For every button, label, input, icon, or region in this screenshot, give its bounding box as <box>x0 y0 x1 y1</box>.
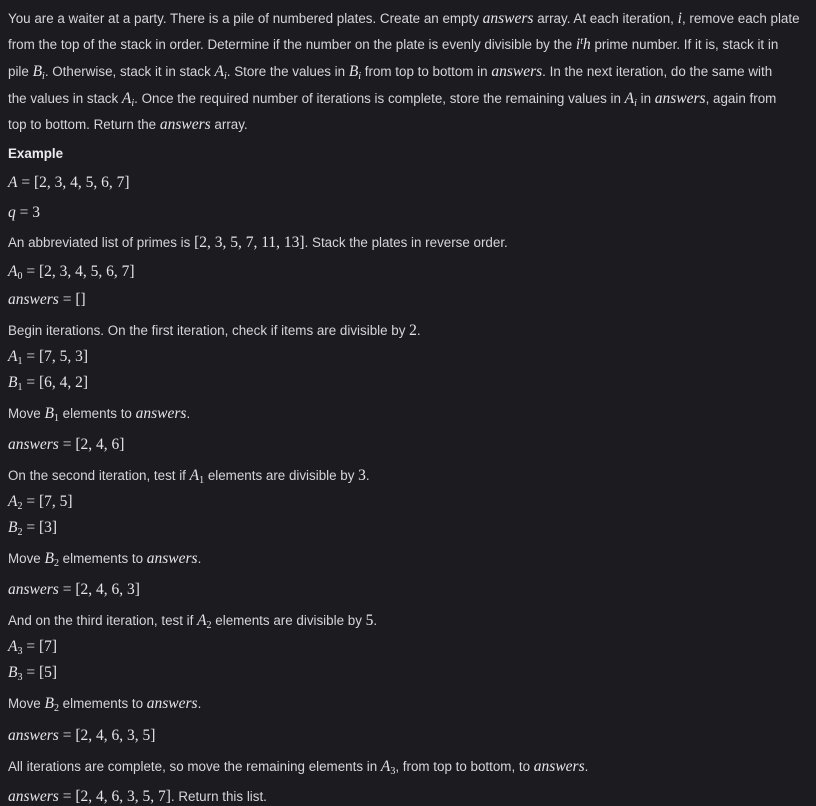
answers-after-1: answers = [2, 4, 6] <box>8 436 125 453</box>
iteration-2-text: On the second iteration, test if A1 elem… <box>8 467 370 486</box>
example-heading: Example <box>8 146 64 161</box>
intro-line-4: the values in stack Ai. Once the require… <box>8 90 777 109</box>
move-b3-text: Move B2 elmements to answers. <box>8 695 202 714</box>
answers-after-2: answers = [2, 4, 6, 3] <box>8 581 140 598</box>
iteration-1-text: Begin iterations. On the first iteration… <box>8 322 421 339</box>
intro-line-3: pile Bi. Otherwise, stack it in stack Ai… <box>8 63 773 82</box>
stack-a0: A0 = [2, 3, 4, 5, 6, 7] <box>8 263 135 282</box>
stack-a1: A1 = [7, 5, 3] <box>8 348 89 367</box>
move-b1-text: Move B1 elements to answers. <box>8 405 191 424</box>
intro-line-5: top to bottom. Return the answers array. <box>8 116 248 133</box>
stack-a2: A2 = [7, 5] <box>8 493 73 512</box>
pile-b2: B2 = [3] <box>8 519 58 538</box>
intro-line-1: You are a waiter at a party. There is a … <box>8 10 800 27</box>
problem-statement: You are a waiter at a party. There is a … <box>0 0 816 805</box>
primes-note: An abbreviated list of primes is [2, 3, … <box>8 234 508 251</box>
final-answers: answers = [2, 4, 6, 3, 5, 7]. Return thi… <box>8 788 267 805</box>
pile-b1: B1 = [6, 4, 2] <box>8 374 89 393</box>
stack-a3: A3 = [7] <box>8 638 58 657</box>
input-q: q = 3 <box>8 204 40 221</box>
answers-after-3: answers = [2, 4, 6, 3, 5] <box>8 727 156 744</box>
completion-text: All iterations are complete, so move the… <box>8 758 589 777</box>
answers-initial: answers = [] <box>8 291 86 308</box>
intro-line-2: from the top of the stack in order. Dete… <box>8 36 779 53</box>
move-b2-text: Move B2 elmements to answers. <box>8 550 202 569</box>
pile-b3: B3 = [5] <box>8 664 58 683</box>
input-array-a: A = [2, 3, 4, 5, 6, 7] <box>8 174 130 191</box>
iteration-3-text: And on the third iteration, test if A2 e… <box>8 612 378 631</box>
